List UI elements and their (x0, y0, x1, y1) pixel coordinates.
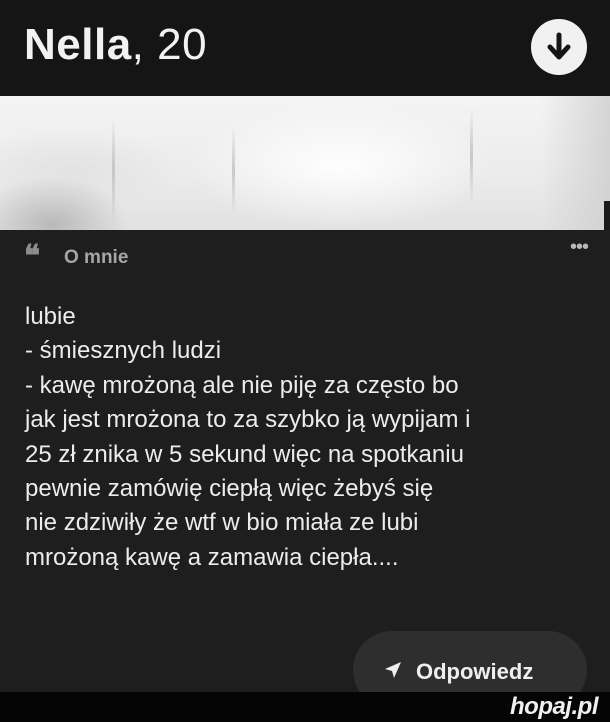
bio-line: pewnie zamówię ciepłą więc żebyś się (25, 475, 434, 503)
photo-edge (604, 201, 610, 230)
photo-fold (112, 116, 115, 226)
arrow-down-icon (547, 32, 571, 60)
quote-icon: ❝ (24, 239, 41, 274)
profile-name: Nella (24, 20, 132, 69)
collapse-profile-button[interactable] (531, 19, 587, 75)
profile-age: 20 (157, 20, 208, 69)
photo-shadow (540, 96, 610, 230)
profile-name-age: Nella, 20 (24, 20, 207, 70)
bio-line: lubie (25, 303, 76, 330)
bio-line: - śmiesznych ludzi (25, 337, 222, 365)
photo-fold (470, 106, 473, 206)
send-icon (385, 662, 401, 678)
bio-line: mrożoną kawę a zamawia ciepła.... (25, 543, 399, 571)
photo-fold (232, 126, 235, 216)
name-separator: , (131, 20, 145, 69)
footer-bar: hopaj.pl (0, 692, 610, 722)
bio-line: nie zdziwiły że wtf w bio miała ze lubi (25, 509, 419, 537)
bio-line: 25 zł znika w 5 sekund więc na spotkaniu (25, 440, 464, 468)
bio-text: lubie - śmiesznych ludzi - kawę mrożoną … (25, 300, 595, 575)
profile-header: Nella, 20 (0, 0, 610, 96)
more-options-icon[interactable]: ••• (570, 237, 589, 257)
bio-line: jak jest mrożona to za szybko ją wypijam… (25, 406, 471, 434)
reply-label: Odpowiedz (416, 659, 534, 684)
bio-line: - kawę mrożoną ale nie piję za często bo (25, 371, 459, 399)
about-card: ❝ O mnie ••• lubie - śmiesznych ludzi - … (0, 230, 610, 709)
profile-photo (0, 96, 610, 230)
photo-shadow (0, 176, 130, 230)
section-title: O mnie (64, 247, 129, 268)
watermark: hopaj.pl (510, 693, 599, 720)
